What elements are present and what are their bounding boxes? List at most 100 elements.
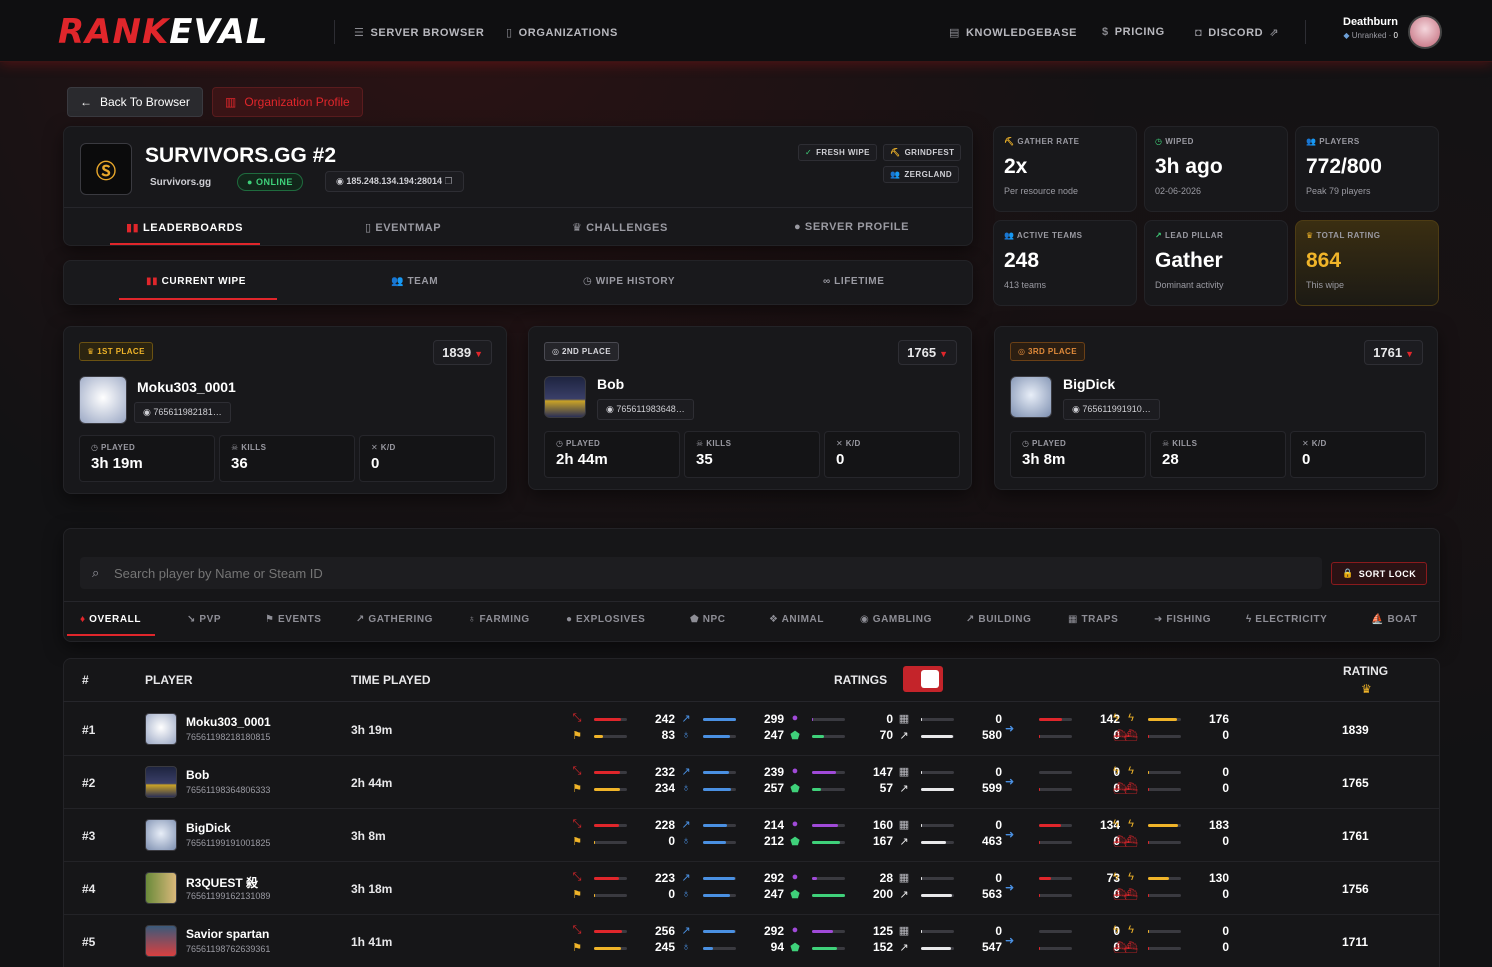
- tab-eventmap[interactable]: ▯ EVENTMAP: [365, 221, 441, 234]
- tab-lifetime[interactable]: ∞ LIFETIME: [823, 276, 884, 287]
- rating-value: 176: [1208, 712, 1229, 726]
- nav-organizations[interactable]: ▯ ORGANIZATIONS: [506, 26, 618, 40]
- tab-current-wipe[interactable]: ▮▮ CURRENT WIPE: [146, 276, 246, 287]
- rating-bar: [594, 788, 627, 791]
- nav-discord[interactable]: ◘ DISCORD ⇗: [1195, 26, 1280, 40]
- rating-bar: [594, 771, 627, 774]
- category-pvp[interactable]: ↘ PVP: [187, 614, 221, 625]
- rating-bar-fill: [921, 788, 954, 791]
- tab-wipe-history[interactable]: ◷ WIPE HISTORY: [583, 276, 675, 287]
- rankeval-logo[interactable]: RANKEVAL: [58, 14, 269, 50]
- row-player-name[interactable]: Savior spartan: [186, 927, 269, 941]
- boat-icon: ⛴: [1113, 836, 1127, 848]
- category-gambling[interactable]: ◉ GAMBLING: [860, 614, 932, 625]
- rating-group: ● 125 ⬟ 152: [788, 924, 893, 958]
- rating-bar: [1039, 947, 1072, 950]
- user-menu[interactable]: Deathburn ◆ Unranked · 0: [1343, 16, 1398, 40]
- table-row[interactable]: #4 R3QUEST 殺 76561199162131089 3h 18m ⤡ …: [63, 862, 1440, 915]
- active-category-underline: [67, 634, 155, 636]
- rating-bar: [812, 877, 845, 880]
- copy-icon[interactable]: ❐: [444, 176, 452, 186]
- table-row[interactable]: #1 Moku303_0001 76561198218180815 3h 19m…: [63, 703, 1440, 756]
- nav-knowledgebase[interactable]: ▤ KNOWLEDGEBASE: [949, 26, 1077, 40]
- boat-icon: ⛴: [1113, 730, 1127, 742]
- category-electricity[interactable]: ϟ ELECTRICITY: [1246, 614, 1327, 625]
- table-row[interactable]: #3 BigDick 76561199191001825 3h 8m ⤡ 228…: [63, 809, 1440, 862]
- server-ip[interactable]: ◉ 185.248.134.194:28014 ❐: [325, 171, 464, 192]
- table-row[interactable]: #2 Bob 76561198364806333 2h 44m ⤡ 232 ⚑ …: [63, 756, 1440, 809]
- category-boat[interactable]: ⛵ BOAT: [1371, 614, 1417, 625]
- category-explosives[interactable]: ● EXPLOSIVES: [566, 614, 645, 625]
- rating-bar: [1039, 824, 1072, 827]
- rating-bar-fill: [594, 824, 620, 827]
- category-fishing[interactable]: ➜ FISHING: [1154, 614, 1211, 625]
- rating-bar-fill: [921, 947, 952, 950]
- rating-bar: [921, 788, 954, 791]
- player-name[interactable]: Bob: [597, 376, 624, 392]
- category-npc[interactable]: ⬟ NPC: [690, 614, 726, 625]
- steam-id[interactable]: ◉ 765611983648…: [597, 399, 694, 420]
- table-row[interactable]: #5 Savior spartan 76561198762639361 1h 4…: [63, 915, 1440, 967]
- rating-bar-fill: [921, 841, 947, 844]
- rating-value: 245: [654, 940, 675, 954]
- category-events[interactable]: ⚑ EVENTS: [265, 614, 322, 625]
- rating-value: 130: [1208, 871, 1229, 885]
- rating-bar: [594, 718, 627, 721]
- row-avatar: [145, 872, 177, 904]
- tab-leaderboards[interactable]: ▮▮ LEADERBOARDS: [126, 221, 243, 234]
- back-to-browser-button[interactable]: ← Back To Browser: [67, 87, 203, 117]
- rating-bar: [1148, 771, 1181, 774]
- rating-bar: [1148, 824, 1181, 827]
- organization-profile-button[interactable]: ▥ Organization Profile: [212, 87, 363, 117]
- rating-value: 0: [1222, 887, 1229, 901]
- steam-id[interactable]: ◉ 765611991910…: [1063, 399, 1160, 420]
- fire-icon: ♦: [80, 614, 86, 625]
- player-score: 1765 ▼: [898, 340, 957, 365]
- tab-challenges[interactable]: ♛ CHALLENGES: [572, 221, 668, 234]
- rating-bar: [1148, 718, 1181, 721]
- search-box[interactable]: ⌕: [80, 557, 1322, 589]
- category-animal[interactable]: ❖ ANIMAL: [769, 614, 824, 625]
- rating-bar-fill: [703, 877, 736, 880]
- steam-id[interactable]: ◉ 765611982181…: [134, 402, 231, 423]
- rating-value: 256: [654, 924, 675, 938]
- nav-server-browser[interactable]: ☰ SERVER BROWSER: [354, 26, 484, 40]
- category-overall[interactable]: ♦ OVERALL: [80, 614, 141, 625]
- rating-bar-fill: [594, 841, 596, 844]
- rating-bar: [703, 947, 736, 950]
- category-building[interactable]: ↗ BUILDING: [966, 614, 1032, 625]
- external-link-icon: ⇗: [1269, 27, 1280, 39]
- user-avatar[interactable]: [1408, 15, 1442, 49]
- player-name[interactable]: Moku303_0001: [137, 379, 236, 395]
- rating-bar: [1148, 947, 1181, 950]
- list-icon: ☰: [354, 27, 365, 39]
- rating-value: 214: [763, 818, 784, 832]
- ratings-toggle[interactable]: [903, 666, 943, 692]
- category-gathering[interactable]: ↗ GATHERING: [356, 614, 433, 625]
- player-name[interactable]: BigDick: [1063, 376, 1115, 392]
- row-player-name[interactable]: Bob: [186, 768, 209, 782]
- nav-pricing[interactable]: $ PRICING: [1102, 26, 1165, 38]
- row-player-name[interactable]: R3QUEST 殺: [186, 874, 258, 891]
- dollar-icon: $: [1102, 26, 1109, 38]
- sort-lock-button[interactable]: 🔒 SORT LOCK: [1331, 562, 1428, 585]
- medal-icon: ◎: [552, 347, 560, 356]
- place-badge: ◎ 2ND PLACE: [544, 342, 619, 361]
- hammer-icon: ↗: [899, 889, 909, 901]
- rating-bar-fill: [1148, 930, 1150, 933]
- category-traps[interactable]: ▦ TRAPS: [1068, 614, 1118, 625]
- rating-bar: [1039, 894, 1072, 897]
- row-player-name[interactable]: Moku303_0001: [186, 715, 271, 729]
- search-input[interactable]: [114, 557, 1314, 589]
- tab-server-profile[interactable]: ● SERVER PROFILE: [794, 221, 909, 233]
- row-player-name[interactable]: BigDick: [186, 821, 231, 835]
- rating-group: ▬ 73 ➜ 0: [1015, 871, 1120, 905]
- rating-value: 0: [668, 834, 675, 848]
- server-org[interactable]: Survivors.gg: [150, 177, 211, 188]
- flag-icon: ⚑: [572, 783, 582, 795]
- stat-played: ◷ PLAYED 3h 8m: [1010, 431, 1146, 478]
- tab-team[interactable]: 👥 TEAM: [391, 276, 438, 287]
- rating-value: 28: [879, 871, 893, 885]
- row-steam-id: 76561198218180815: [186, 732, 271, 742]
- category-farming[interactable]: ♁ FARMING: [468, 614, 530, 625]
